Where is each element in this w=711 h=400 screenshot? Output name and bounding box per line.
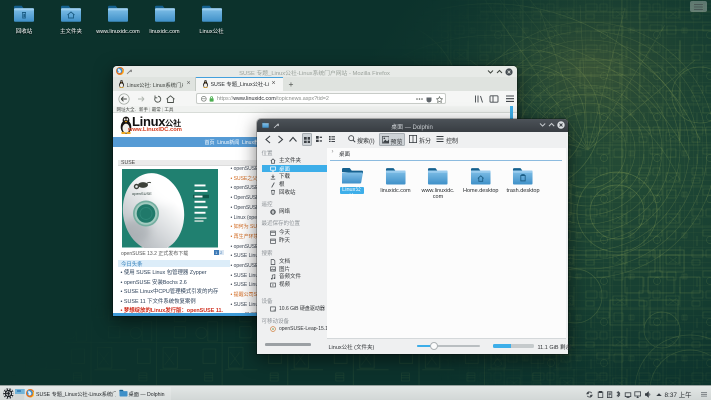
svg-text:openSUSE: openSUSE [132,191,152,196]
